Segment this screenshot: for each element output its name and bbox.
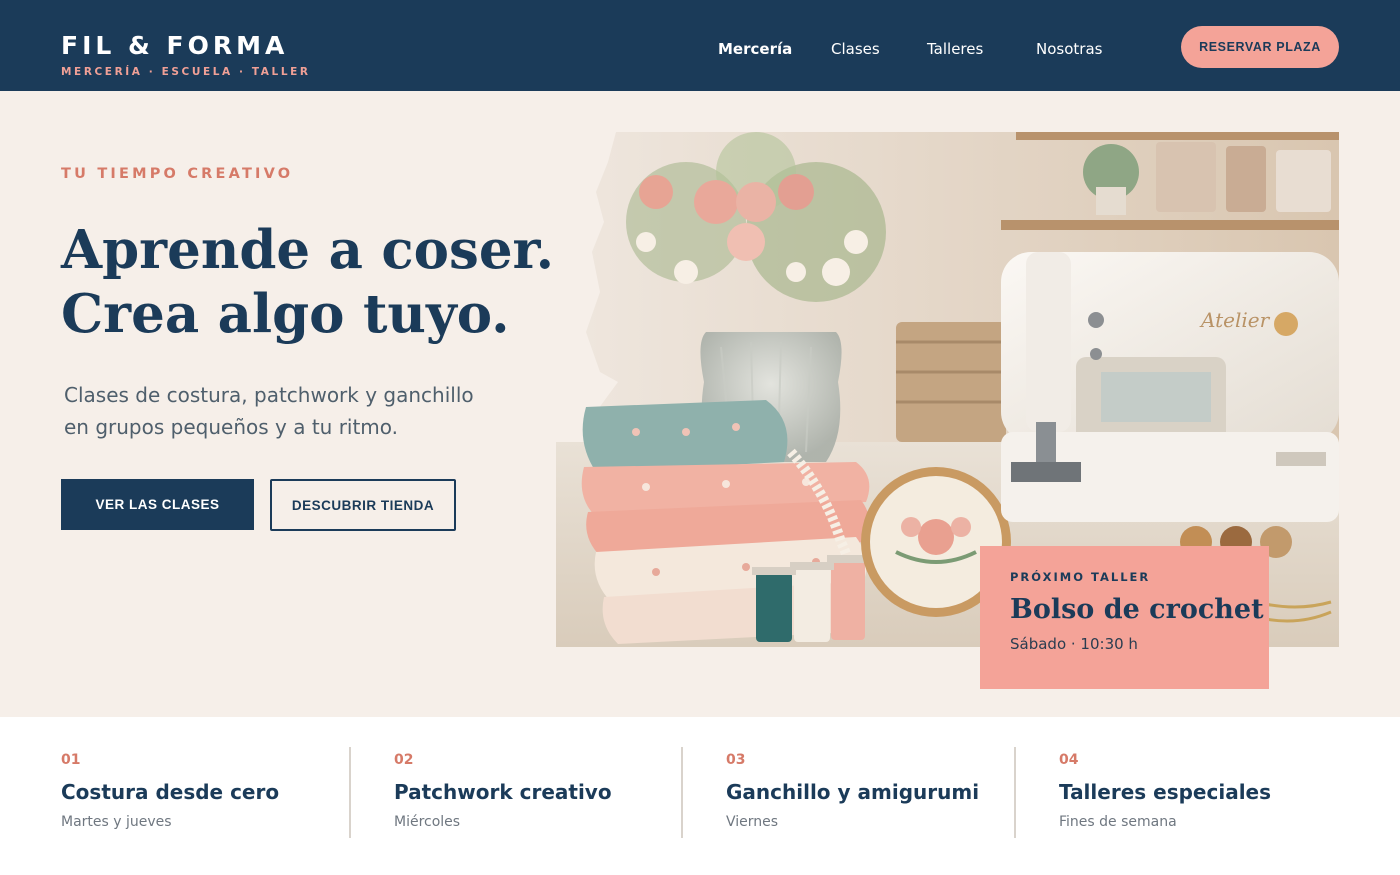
divider <box>1014 747 1016 838</box>
class-number: 02 <box>394 752 414 768</box>
headline-line-2: Crea algo tuyo. <box>61 283 510 345</box>
shelf-middle <box>1001 220 1339 230</box>
class-title: Costura desde cero <box>61 780 280 804</box>
class-number: 01 <box>61 752 81 768</box>
class-item-3[interactable]: 03 Ganchillo y amigurumi Viernes <box>726 747 979 838</box>
divider <box>349 747 351 838</box>
class-list: 01 Costura desde cero Martes y jueves 02… <box>0 717 1400 875</box>
machine-brand-label: Atelier <box>1199 308 1271 332</box>
nav-nosotras[interactable]: Nosotras <box>1036 40 1102 58</box>
nav-talleres[interactable]: Talleres <box>927 40 983 58</box>
headline-line-1: Aprende a coser. <box>61 219 555 281</box>
nav-merceria[interactable]: Mercería <box>718 40 792 58</box>
next-workshop-meta: Sábado · 10:30 h <box>1010 635 1138 653</box>
view-classes-button[interactable]: VER LAS CLASES <box>61 479 254 530</box>
class-number: 03 <box>726 752 746 768</box>
class-number: 04 <box>1059 752 1079 768</box>
next-workshop-card[interactable]: PRÓXIMO TALLER Bolso de crochet Sábado ·… <box>980 546 1269 689</box>
divider <box>681 747 683 838</box>
class-schedule: Fines de semana <box>1059 814 1177 830</box>
brand-tagline: MERCERÍA · ESCUELA · TALLER <box>61 66 311 78</box>
hero-headline: Aprende a coser. Crea algo tuyo. <box>61 218 561 346</box>
nav-clases[interactable]: Clases <box>831 40 880 58</box>
discover-shop-button[interactable]: DESCUBRIR TIENDA <box>270 479 456 531</box>
hero-subtext: Clases de costura, patchwork y ganchillo… <box>64 379 524 443</box>
shelf-box <box>1276 150 1331 212</box>
next-workshop-title: Bolso de crochet <box>1010 594 1264 625</box>
basket <box>896 322 1006 442</box>
class-item-4[interactable]: 04 Talleres especiales Fines de semana <box>1059 747 1271 838</box>
subtext-line-2: en grupos pequeños y a tu ritmo. <box>64 415 399 439</box>
thread-spools <box>752 555 869 642</box>
shelf-pot <box>1096 187 1126 215</box>
shelf-jar-1 <box>1156 142 1216 212</box>
sewing-machine: Atelier <box>1001 252 1339 522</box>
class-schedule: Viernes <box>726 814 779 830</box>
class-schedule: Miércoles <box>394 814 461 830</box>
class-title: Talleres especiales <box>1059 780 1272 804</box>
brand-logo[interactable]: FIL & FORMA <box>61 31 288 60</box>
class-title: Ganchillo y amigurumi <box>726 780 980 804</box>
next-workshop-label: PRÓXIMO TALLER <box>1010 570 1151 584</box>
shelf-jar-2 <box>1226 146 1266 212</box>
class-title: Patchwork creativo <box>394 780 612 804</box>
reserve-button[interactable]: RESERVAR PLAZA <box>1181 26 1339 68</box>
site-header: FIL & FORMA MERCERÍA · ESCUELA · TALLER … <box>0 0 1400 91</box>
subtext-line-1: Clases de costura, patchwork y ganchillo <box>64 383 474 407</box>
machine-emblem <box>1274 312 1298 336</box>
shelf-top <box>1016 132 1339 140</box>
class-item-1[interactable]: 01 Costura desde cero Martes y jueves <box>61 747 279 838</box>
class-item-2[interactable]: 02 Patchwork creativo Miércoles <box>394 747 612 838</box>
class-schedule: Martes y jueves <box>61 814 172 830</box>
hero-eyebrow: TU TIEMPO CREATIVO <box>61 166 294 182</box>
